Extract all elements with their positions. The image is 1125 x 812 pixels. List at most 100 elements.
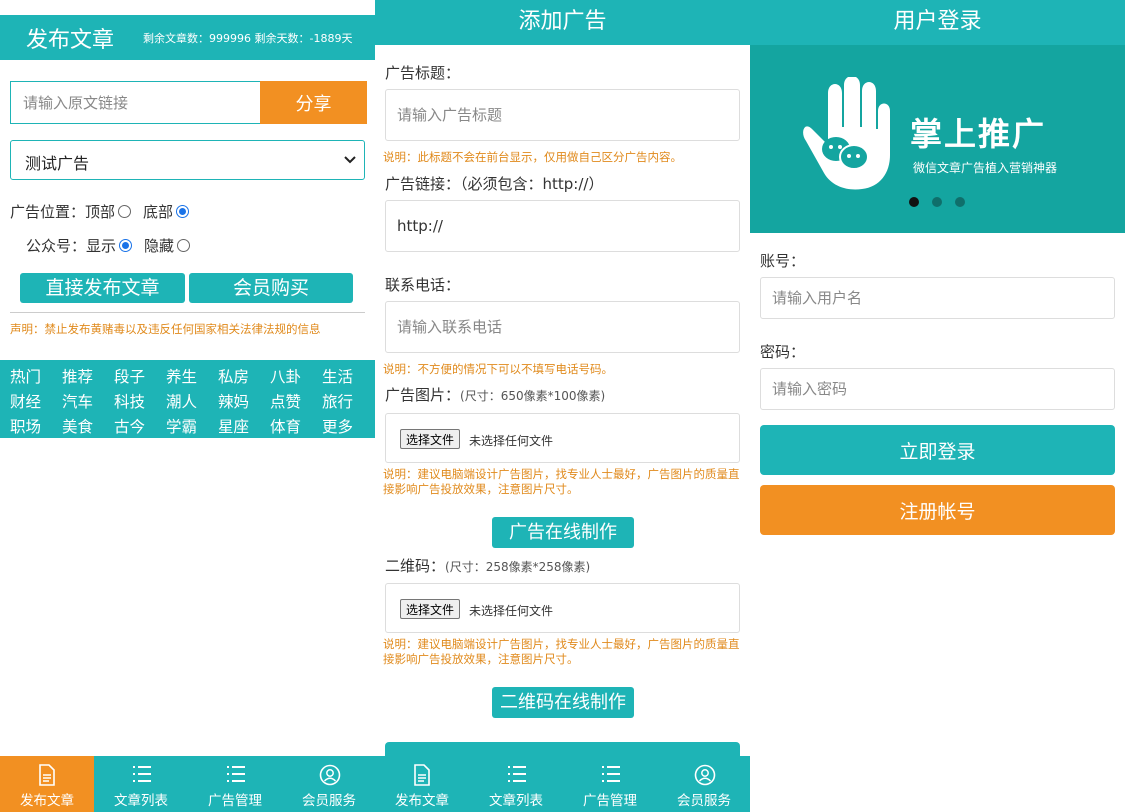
online-ad-maker-button[interactable]: 广告在线制作 [492, 517, 634, 548]
carousel-dot[interactable] [932, 197, 942, 207]
carousel-dot[interactable] [909, 197, 919, 207]
nav-item-publish[interactable]: 发布文章 [375, 756, 469, 812]
online-qr-maker-button[interactable]: 二维码在线制作 [492, 687, 634, 718]
password-input[interactable] [760, 368, 1115, 410]
user-circle-icon [319, 764, 341, 786]
nav-item-label: 会员服务 [677, 793, 731, 809]
phone-input[interactable] [385, 301, 740, 353]
ad-title-label: 广告标题： [385, 64, 461, 82]
ad-link-label: 广告链接：（必须包含：http://） [385, 175, 604, 193]
nav-item-articles[interactable]: 文章列表 [469, 756, 563, 812]
ad-link-input[interactable] [385, 200, 740, 252]
category-item[interactable]: 古今 [114, 415, 145, 437]
category-item[interactable]: 汽车 [62, 390, 93, 412]
category-item[interactable]: 更多 [322, 415, 353, 437]
password-label: 密码： [760, 343, 806, 361]
category-item[interactable]: 财经 [10, 390, 41, 412]
category-item[interactable]: 学霸 [166, 415, 197, 437]
category-item[interactable]: 潮人 [166, 390, 197, 412]
nav-item-label: 广告管理 [208, 793, 262, 809]
category-item[interactable]: 热门 [10, 365, 41, 387]
category-item[interactable]: 辣妈 [218, 390, 249, 412]
share-button[interactable]: 分享 [260, 81, 367, 124]
nav-item-member[interactable]: 会员服务 [657, 756, 750, 812]
category-item[interactable]: 点赞 [270, 390, 301, 412]
nav-item-publish[interactable]: 发布文章 [0, 756, 94, 812]
ad-image-file-box: 选择文件 未选择任何文件 [385, 413, 740, 463]
page-title: 发布文章 [26, 28, 115, 53]
category-item[interactable]: 推荐 [62, 365, 93, 387]
phone-label: 联系电话： [385, 276, 461, 294]
category-item[interactable]: 职场 [10, 415, 41, 437]
account-hide-label: 隐藏 [144, 237, 175, 255]
nav-item-label: 会员服务 [302, 793, 356, 809]
account-show-label: 显示 [86, 237, 117, 255]
ad-select-value: 测试广告 [25, 154, 90, 173]
nav-item-ads[interactable]: 广告管理 [188, 756, 282, 812]
category-item[interactable]: 体育 [270, 415, 301, 437]
publish-panel: 发布文章 剩余文章数：999996 剩余天数：-1889天 分享 测试广告 广告… [0, 0, 375, 812]
hand-chat-logo-icon [803, 77, 890, 190]
account-row: 公众号： 显示 隐藏 [26, 235, 202, 256]
qr-file-box: 选择文件 未选择任何文件 [385, 583, 740, 633]
ad-position-top-label: 顶部 [85, 203, 116, 221]
nav-item-label: 广告管理 [583, 793, 637, 809]
article-link-input[interactable] [10, 81, 260, 124]
ad-position-bottom-radio[interactable] [176, 205, 190, 218]
ad-position-top-radio[interactable] [118, 205, 132, 218]
user-circle-icon [694, 764, 716, 786]
bottom-nav: 发布文章 文章列表 广告管理 会员服务 [375, 756, 750, 812]
ad-image-label-row: 广告图片：(尺寸：650像素*100像素) [385, 384, 605, 405]
legal-notice: 声明：禁止发布黄赌毒以及违反任何国家相关法律法规的信息 [10, 322, 321, 336]
document-icon [39, 764, 55, 786]
publish-article-button[interactable]: 直接发布文章 [20, 273, 185, 303]
brand-name: 掌上推广 [910, 115, 1047, 153]
username-input[interactable] [760, 277, 1115, 319]
bottom-nav: 发布文章 文章列表 广告管理 会员服务 [0, 756, 375, 812]
carousel-dot[interactable] [955, 197, 965, 207]
qr-label-row: 二维码：(尺寸：258像素*258像素) [385, 555, 590, 576]
login-panel: 用户登录 掌上推广 微信文章广告植入营销神器 账号： 密码： 立即登录 注册帐号 [750, 0, 1125, 812]
category-item[interactable]: 星座 [218, 415, 249, 437]
list-icon [508, 766, 526, 782]
qr-file-status: 未选择任何文件 [469, 604, 554, 618]
list-icon [133, 766, 151, 782]
category-item[interactable]: 美食 [62, 415, 93, 437]
category-item[interactable]: 段子 [114, 365, 145, 387]
nav-item-label: 文章列表 [114, 793, 168, 809]
nav-item-ads[interactable]: 广告管理 [563, 756, 657, 812]
category-item[interactable]: 养生 [166, 365, 197, 387]
member-purchase-button[interactable]: 会员购买 [189, 273, 353, 303]
login-button[interactable]: 立即登录 [760, 425, 1115, 475]
nav-item-label: 发布文章 [395, 793, 449, 809]
account-label: 公众号： [26, 237, 87, 255]
ad-position-row: 广告位置： 顶部 底部 [10, 201, 201, 222]
register-button[interactable]: 注册帐号 [760, 485, 1115, 535]
brand-banner: 掌上推广 微信文章广告植入营销神器 [750, 45, 1125, 233]
ad-title-input[interactable] [385, 89, 740, 141]
category-item[interactable]: 生活 [322, 365, 353, 387]
qr-choose-file-button[interactable]: 选择文件 [400, 599, 461, 619]
ad-image-file-status: 未选择任何文件 [469, 434, 554, 448]
qr-hint: 说明：建议电脑端设计广告图片，找专业人士最好，广告图片的质量直接影响广告投放效果… [383, 637, 740, 666]
page-title: 添加广告 [375, 0, 750, 45]
nav-item-articles[interactable]: 文章列表 [94, 756, 188, 812]
nav-item-member[interactable]: 会员服务 [282, 756, 375, 812]
chevron-down-icon [344, 156, 356, 164]
ad-image-hint: 说明：建议电脑端设计广告图片，找专业人士最好，广告图片的质量直接影响广告投放效果… [383, 467, 740, 496]
category-item[interactable]: 旅行 [322, 390, 353, 412]
account-hide-radio[interactable] [177, 239, 191, 252]
nav-item-label: 发布文章 [20, 793, 74, 809]
category-item[interactable]: 私房 [218, 365, 249, 387]
ad-image-size: (尺寸：650像素*100像素) [460, 389, 606, 403]
category-item[interactable]: 科技 [114, 390, 145, 412]
add-ad-panel: 添加广告 广告标题： 说明：此标题不会在前台显示，仅用做自己区分广告内容。 广告… [375, 0, 750, 812]
ad-select[interactable]: 测试广告 [10, 140, 365, 180]
divider [10, 312, 365, 313]
category-item[interactable]: 八卦 [270, 365, 301, 387]
ad-image-label: 广告图片： [385, 386, 461, 404]
ad-image-choose-file-button[interactable]: 选择文件 [400, 429, 461, 449]
brand-tagline: 微信文章广告植入营销神器 [913, 161, 1058, 175]
account-show-radio[interactable] [119, 239, 133, 252]
phone-hint: 说明：不方便的情况下可以不填写电话号码。 [383, 362, 613, 376]
